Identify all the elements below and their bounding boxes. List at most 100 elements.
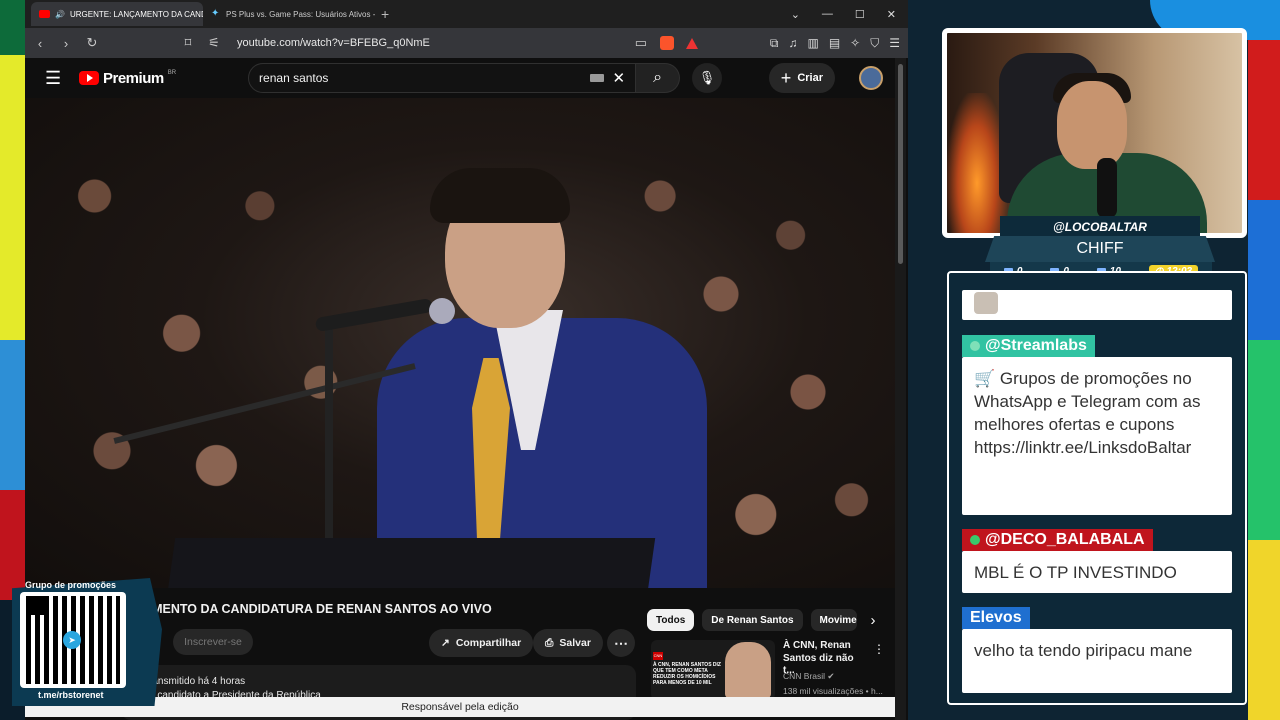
- avatar[interactable]: [859, 66, 883, 90]
- clear-icon[interactable]: ✕: [612, 69, 625, 87]
- thumbnail-face: [725, 642, 771, 698]
- thumbnail-text: À CNN, RENAN SANTOS DIZ QUE TEM COMO MET…: [653, 662, 721, 686]
- chevron-right-icon[interactable]: ›: [871, 612, 876, 629]
- maximize-button[interactable]: ☐: [855, 8, 865, 21]
- search-input[interactable]: renan santos ✕: [248, 63, 637, 93]
- site-settings-icon[interactable]: ⚟: [207, 35, 221, 51]
- overlay-stripe: [1248, 40, 1280, 200]
- qr-title: Grupo de promoções: [25, 580, 117, 590]
- extensions-bar: ⧉ ♫ ▥ ▤ ✧ ⛉ ☰: [770, 36, 900, 51]
- bookmark-icon: ⎙: [545, 636, 554, 649]
- youtube-icon: [39, 10, 50, 18]
- back-icon[interactable]: ‹: [33, 36, 47, 51]
- sparkle-icon: ✦: [211, 8, 220, 19]
- tab-bar: 🔊 URGENTE: LANÇAMENTO DA CANDI... ✕ ✦ PS…: [25, 0, 908, 28]
- keyboard-icon[interactable]: [590, 74, 605, 82]
- cnn-logo: CNN: [653, 652, 663, 660]
- address-bar: ‹ › ↻ ⌑ ⚟ youtube.com/watch?v=BFEBG_q0Nm…: [25, 28, 908, 58]
- recommended-channel: CNN Brasil ✔: [783, 671, 835, 681]
- tab-gemini[interactable]: ✦ PS Plus vs. Game Pass: Usuários Ativos…: [203, 2, 375, 26]
- chat-message: MBL É O TP INVESTINDO: [962, 551, 1232, 593]
- create-label: Criar: [797, 72, 823, 84]
- minimize-button[interactable]: —: [822, 8, 833, 21]
- more-icon: ⋯: [614, 634, 628, 651]
- logo-text: Premium: [103, 69, 164, 87]
- reload-icon[interactable]: ↻: [85, 35, 99, 51]
- scrollbar-thumb[interactable]: [898, 64, 903, 264]
- overlay-stripe: [0, 340, 25, 490]
- speaker-icon: 🔊: [55, 9, 65, 19]
- chat-username: @DECO_BALABALA: [962, 529, 1153, 551]
- filter-chips: Todos De Renan Santos Movimento ›: [647, 609, 876, 631]
- user-badge-icon: [970, 341, 980, 351]
- bookmark-icon[interactable]: ⌑: [181, 35, 195, 51]
- video-frame-podium: [166, 538, 656, 588]
- chat-username: Elevos: [962, 607, 1030, 629]
- webcam-light: [947, 93, 1007, 233]
- sidebar-icon[interactable]: ▥: [807, 36, 818, 51]
- cast-icon[interactable]: ▭: [634, 35, 648, 51]
- more-vert-icon[interactable]: ⋮: [873, 642, 885, 656]
- overlay-stripe: [1248, 340, 1280, 540]
- youtube-play-icon: [79, 71, 99, 85]
- window-controls: ⌄ — ☐ ✕: [791, 8, 908, 21]
- chip-all[interactable]: Todos: [647, 609, 695, 631]
- channel-handle: @LOCOBALTAR: [1000, 216, 1200, 238]
- forward-icon[interactable]: ›: [59, 36, 73, 51]
- save-button[interactable]: ⎙ Salvar: [533, 629, 603, 657]
- close-window-button[interactable]: ✕: [887, 8, 896, 21]
- hamburger-menu-icon[interactable]: ☰: [45, 68, 65, 89]
- video-player[interactable]: [25, 98, 895, 588]
- wallet-icon[interactable]: ▤: [829, 36, 840, 51]
- video-thumbnail[interactable]: CNN À CNN, RENAN SANTOS DIZ QUE TEM COMO…: [651, 640, 775, 700]
- share-button[interactable]: ↗ Compartilhar: [429, 629, 534, 657]
- chip-movement[interactable]: Movimento: [810, 609, 857, 631]
- tab-label: PS Plus vs. Game Pass: Usuários Ativos -…: [226, 9, 375, 19]
- verified-icon: ✔: [827, 671, 835, 681]
- overlay-stripe: [1248, 540, 1280, 720]
- music-icon[interactable]: ♫: [788, 36, 797, 51]
- user-badge-icon: [970, 535, 980, 545]
- recommended-meta: 138 mil visualizações • h...: [783, 686, 883, 696]
- search-value: renan santos: [259, 71, 329, 85]
- video-title: NÇAMENTO DA CANDIDATURA DE RENAN SANTOS …: [125, 602, 492, 616]
- share-icon: ↗: [441, 637, 450, 649]
- voice-search-button[interactable]: 🎙: [692, 63, 723, 93]
- overlay-stripe: [1248, 200, 1280, 340]
- recommended-video[interactable]: CNN À CNN, RENAN SANTOS DIZ QUE TEM COMO…: [651, 640, 887, 700]
- youtube-logo[interactable]: Premium BR: [79, 70, 176, 87]
- brave-shield-icon[interactable]: [659, 36, 674, 50]
- webcam-mic: [1097, 158, 1117, 218]
- plus-icon: +: [780, 67, 792, 88]
- puzzle-icon[interactable]: ⧉: [770, 36, 779, 51]
- chip-from-channel[interactable]: De Renan Santos: [702, 609, 803, 631]
- tab-youtube[interactable]: 🔊 URGENTE: LANÇAMENTO DA CANDI... ✕: [31, 2, 203, 26]
- subscribe-button[interactable]: Inscrever-se: [173, 629, 253, 655]
- webcam-feed: [942, 28, 1247, 238]
- search-button[interactable]: ⌕: [636, 63, 681, 93]
- url-field[interactable]: youtube.com/watch?v=BFEBG_q0NmE: [233, 37, 622, 49]
- leo-icon[interactable]: ✧: [850, 36, 860, 51]
- tab-label: URGENTE: LANÇAMENTO DA CANDI...: [69, 9, 203, 19]
- create-button[interactable]: + Criar: [768, 63, 835, 93]
- menu-icon[interactable]: ☰: [889, 36, 900, 51]
- rewards-icon[interactable]: [685, 37, 698, 49]
- vpn-icon[interactable]: ⛉: [870, 36, 879, 51]
- new-tab-button[interactable]: +: [381, 6, 389, 22]
- chat-message: [962, 290, 1232, 320]
- video-frame-hair: [430, 168, 570, 223]
- youtube-header: ☰ Premium BR renan santos ✕ ⌕ 🎙 + Criar: [25, 58, 895, 98]
- mic-icon: 🎙: [698, 70, 716, 85]
- telegram-icon: ➤: [63, 631, 81, 649]
- chat-username: @Streamlabs: [962, 335, 1095, 357]
- chevron-down-icon[interactable]: ⌄: [791, 8, 800, 21]
- qr-url: t.me/rbstorenet: [38, 690, 104, 700]
- edit-banner: Responsável pela edição: [25, 697, 895, 717]
- chat-message: 🛒 Grupos de promoções no WhatsApp e Tele…: [962, 357, 1232, 515]
- search-icon: ⌕: [653, 69, 663, 86]
- page-scrollbar[interactable]: [895, 58, 906, 720]
- save-label: Salvar: [559, 637, 591, 649]
- share-label: Compartilhar: [455, 637, 522, 649]
- more-actions-button[interactable]: ⋯: [607, 629, 635, 657]
- description-line: ransmitido há 4 horas: [149, 676, 246, 687]
